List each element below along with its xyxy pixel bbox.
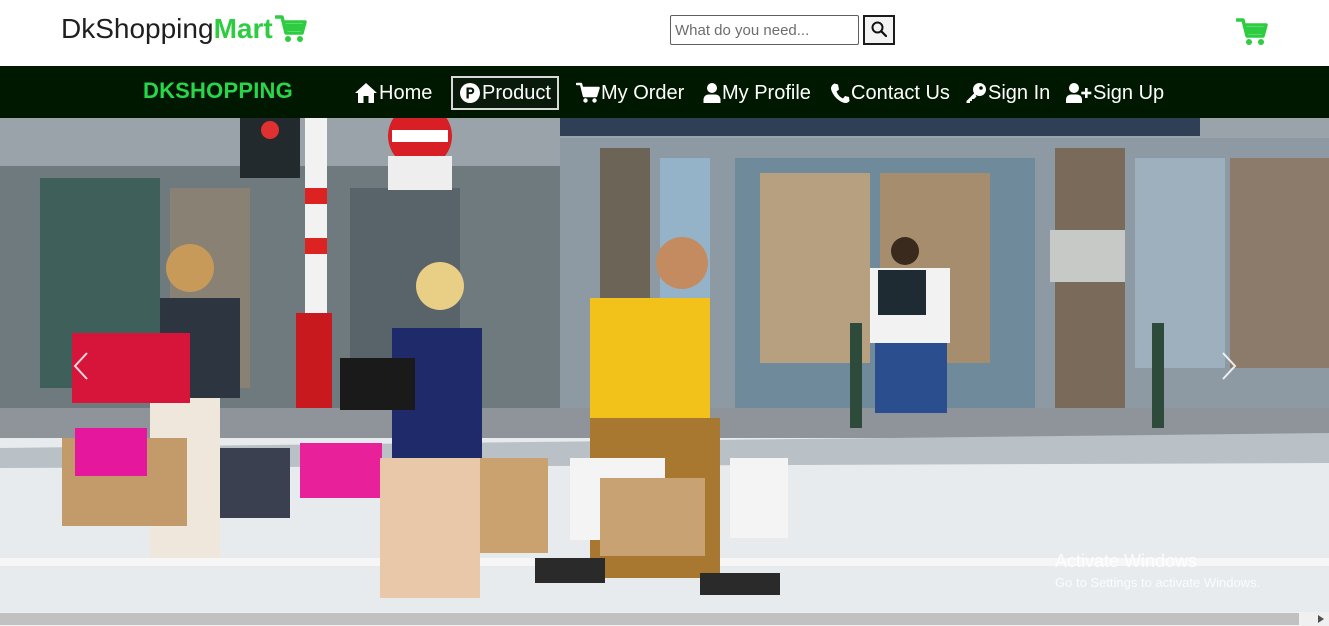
nav-item-label: Home <box>379 81 433 104</box>
search-input[interactable] <box>670 15 859 45</box>
search-form <box>670 15 895 45</box>
watermark-subtitle: Go to Settings to activate Windows. <box>1055 575 1261 590</box>
nav-item-label: Contact Us <box>851 81 950 104</box>
key-icon <box>965 82 987 104</box>
scroll-right-button[interactable] <box>1313 612 1329 626</box>
windows-activation-watermark: Activate Windows Go to Settings to activ… <box>1055 550 1260 592</box>
search-icon <box>871 21 888 40</box>
nav-item-label: My Profile <box>722 81 811 104</box>
cart-icon <box>576 82 600 104</box>
nav-item-product[interactable]: Product <box>451 76 559 110</box>
nav-item-sign-up[interactable]: Sign Up <box>1066 76 1164 110</box>
site-logo[interactable]: DkShopping Mart <box>61 13 307 45</box>
header-cart-icon[interactable] <box>1235 17 1268 47</box>
scrollbar-thumb[interactable] <box>0 613 1299 625</box>
nav-item-label: Product <box>482 81 551 104</box>
phone-icon <box>830 82 850 104</box>
home-icon <box>354 82 378 104</box>
user-plus-icon <box>1066 82 1092 104</box>
carousel-next-button[interactable] <box>1214 348 1244 388</box>
nav-item-label: Sign Up <box>1093 81 1165 104</box>
nav-item-label: Sign In <box>988 81 1051 104</box>
user-icon <box>703 82 721 104</box>
nav-item-my-order[interactable]: My Order <box>576 76 684 110</box>
top-header: DkShopping Mart <box>0 0 1329 66</box>
nav-item-my-profile[interactable]: My Profile <box>703 76 811 110</box>
watermark-title: Activate Windows <box>1055 551 1198 571</box>
hero-carousel: Activate Windows Go to Settings to activ… <box>0 118 1329 612</box>
horizontal-scrollbar[interactable] <box>0 612 1329 626</box>
chevron-left-icon <box>73 351 89 386</box>
chevron-right-icon <box>1221 351 1237 386</box>
main-navbar: DKSHOPPING Home Product My Order My Prof… <box>0 66 1329 118</box>
nav-item-contact-us[interactable]: Contact Us <box>830 76 950 110</box>
hero-slide-image <box>0 118 1329 612</box>
triangle-right-icon <box>1318 610 1324 626</box>
logo-cart-icon <box>273 14 307 44</box>
product-p-icon <box>459 82 481 104</box>
nav-item-sign-in[interactable]: Sign In <box>965 76 1050 110</box>
brand-name-suffix: Mart <box>213 13 273 44</box>
search-button[interactable] <box>863 15 895 45</box>
nav-brand[interactable]: DKSHOPPING <box>143 78 293 104</box>
carousel-prev-button[interactable] <box>66 348 96 388</box>
brand-name-prefix: DkShopping <box>61 13 214 44</box>
nav-item-home[interactable]: Home <box>354 76 432 110</box>
nav-item-label: My Order <box>601 81 685 104</box>
